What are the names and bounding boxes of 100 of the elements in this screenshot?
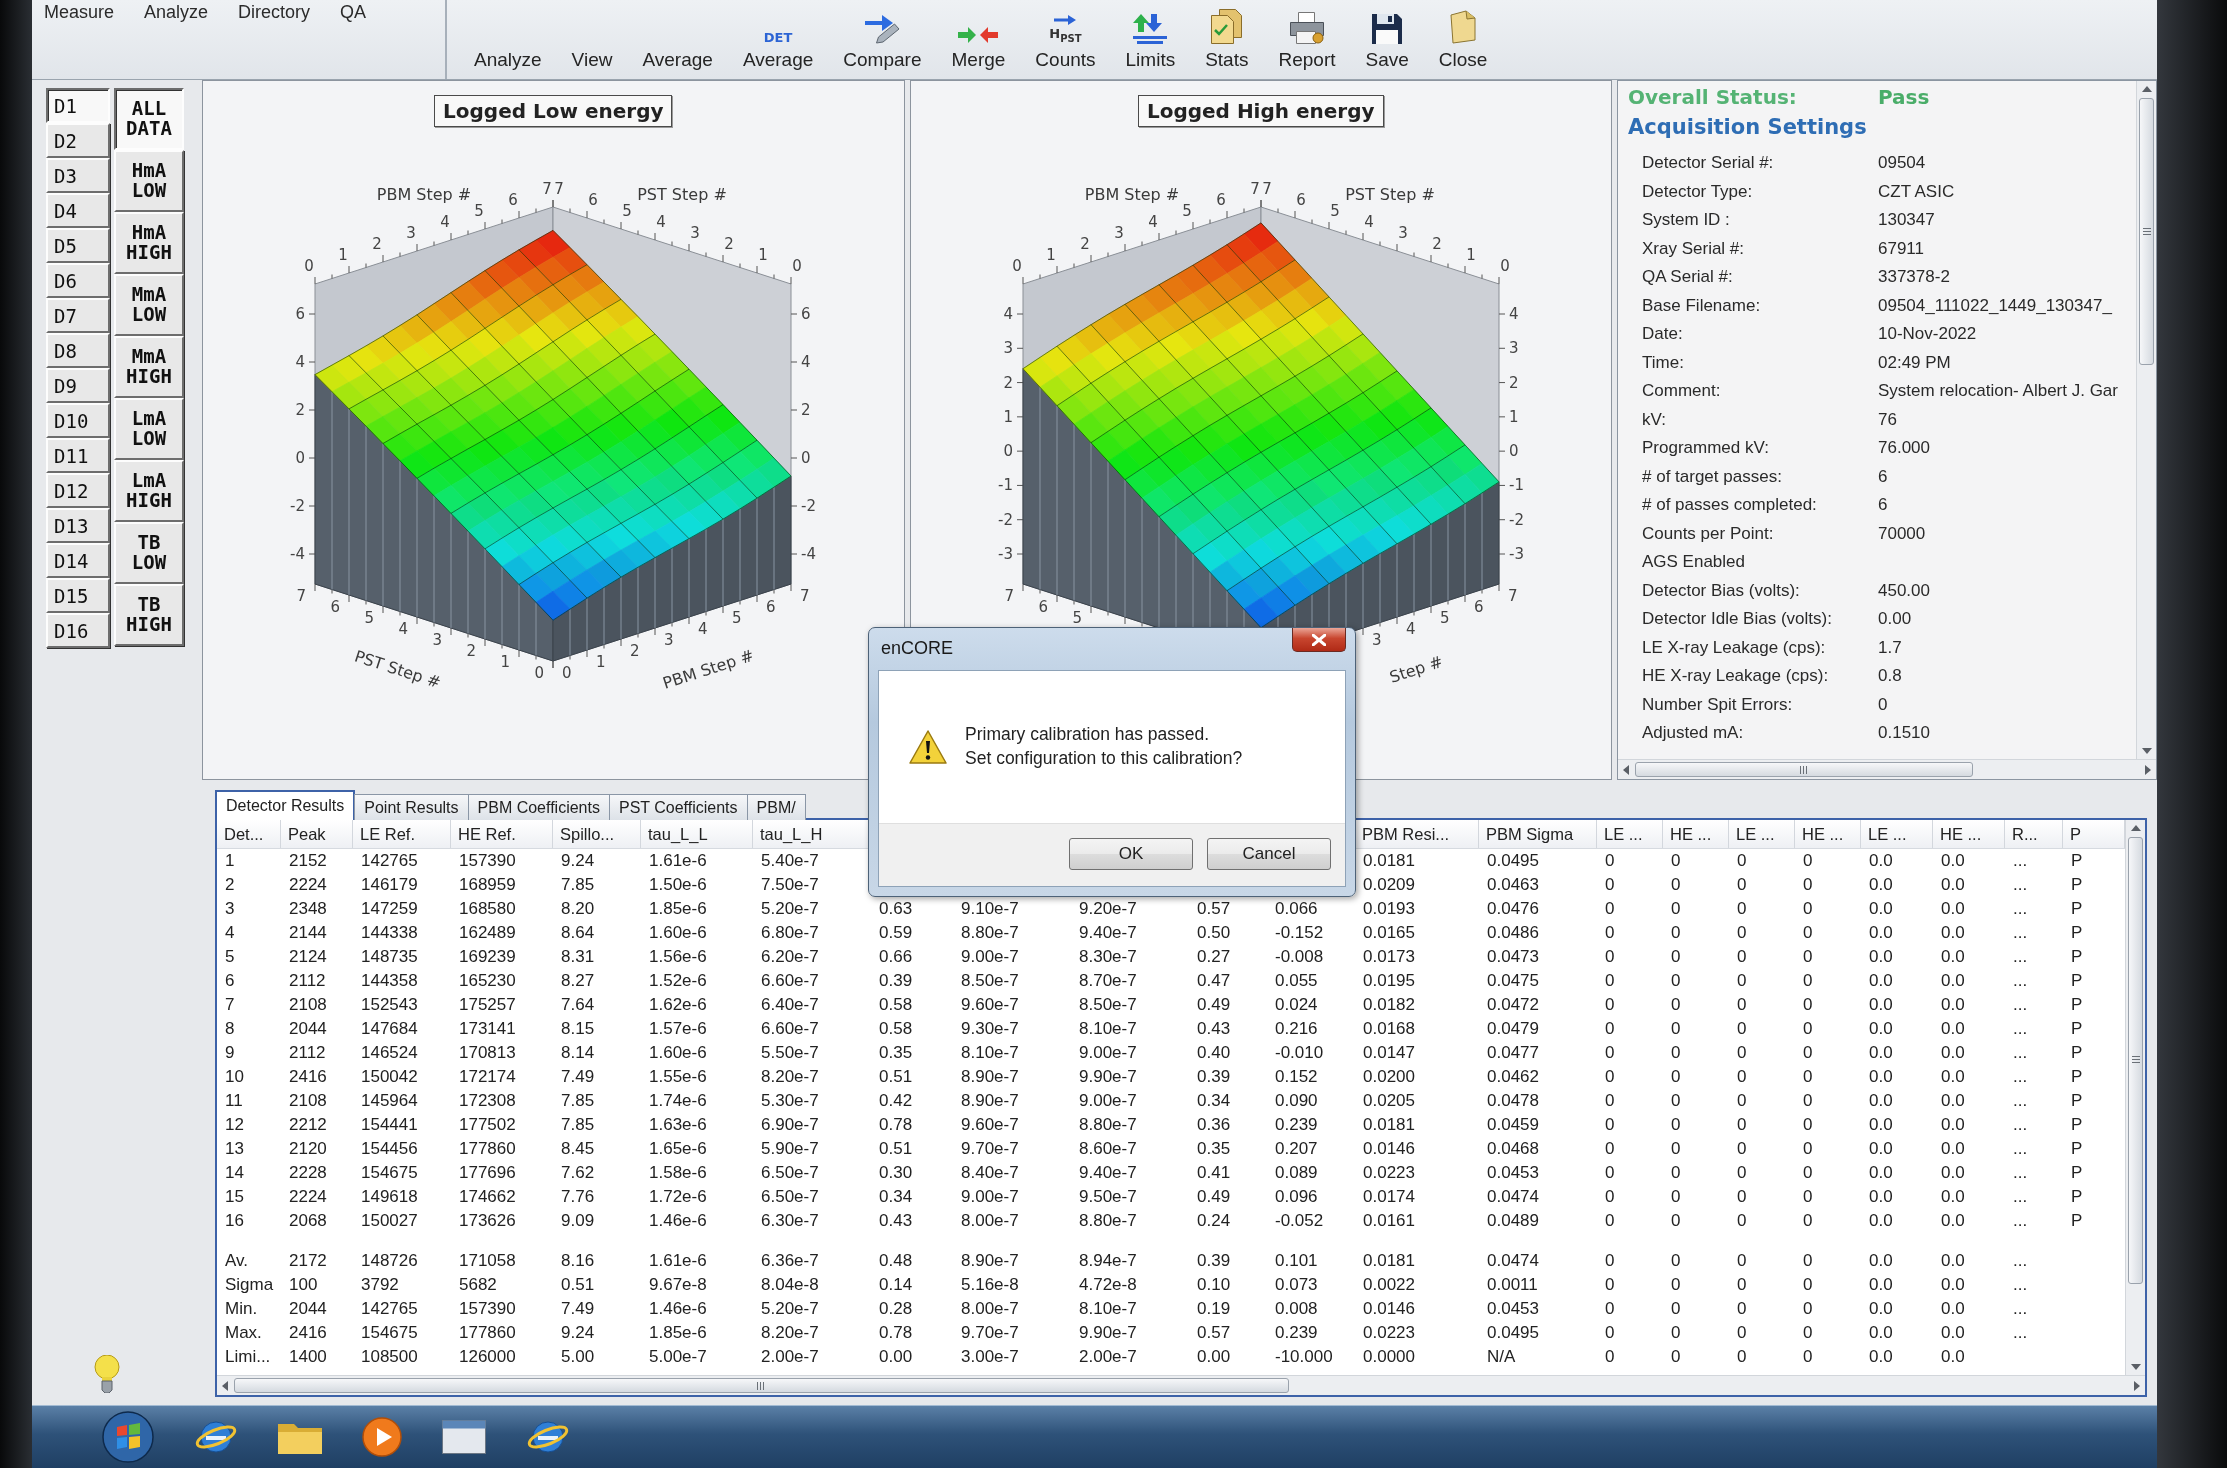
table-cell-text: ... [2012,850,2029,872]
toolbar-button[interactable]: Close [1425,0,1501,79]
toolbar-button[interactable]: Merge [938,0,1019,79]
right-arrow-icon[interactable] [2134,1380,2140,1391]
detector-button[interactable]: D14 [46,543,110,578]
left-arrow-icon[interactable] [1623,764,1629,775]
tab[interactable]: PBM/ [746,794,806,820]
up-arrow-icon[interactable] [2130,825,2141,831]
mode-button[interactable]: HmA LOW [114,150,184,212]
toolbar-button[interactable]: Limits [1112,0,1189,79]
scrollbar-thumb[interactable] [234,1378,1289,1393]
scrollbar-thumb[interactable] [2139,98,2154,366]
table-cell-text: 0.0474 [1486,1186,1540,1208]
mode-button[interactable]: HmA HIGH [114,212,184,274]
detector-button[interactable]: D6 [46,263,110,298]
ring-globe-icon[interactable] [194,1418,238,1456]
table-cell-text: 0.0200 [1362,1066,1416,1088]
menu-item[interactable]: Analyze [144,2,209,23]
detector-button[interactable]: D7 [46,298,110,333]
table-cell-text: 0.096 [1274,1186,1319,1208]
table-cell-text: 0.58 [878,994,914,1016]
dialog-button[interactable]: OK [1069,838,1193,870]
scrollbar-thumb[interactable] [1635,762,1973,777]
menu-item[interactable]: Measure [44,2,115,23]
toolbar-button[interactable]: Save [1352,0,1422,79]
column-header[interactable]: LE Ref. [353,820,451,848]
down-arrow-icon[interactable] [2141,748,2152,754]
field-label: # of target passes: [1642,466,1782,487]
detector-button[interactable]: D9 [46,368,110,403]
column-header[interactable]: HE Ref. [451,820,553,848]
menu-item[interactable]: QA [340,2,367,23]
mode-button[interactable]: TB HIGH [114,584,184,646]
column-header[interactable]: LE ... [1597,820,1663,848]
toolbar-button[interactable]: Stats [1192,0,1262,79]
table-cell-text: 0.0 [1940,1162,1966,1184]
detector-button[interactable]: D15 [46,578,110,613]
table-cell-text: 0.0 [1940,1274,1966,1296]
detector-button[interactable]: D10 [46,403,110,438]
detector-button[interactable]: D2 [46,123,110,158]
dialog-button[interactable]: Cancel [1207,838,1331,870]
tab[interactable]: Detector Results [215,790,356,820]
toolbar-button[interactable]: H$_{PST}$ Counts [1022,0,1109,79]
detector-button[interactable]: D1 [46,88,110,123]
play-icon[interactable] [362,1417,402,1457]
right-arrow-icon[interactable] [2145,764,2151,775]
detector-button[interactable]: D11 [46,438,110,473]
mode-button[interactable]: LmA LOW [114,398,184,460]
column-header[interactable]: tau_L_L [641,820,753,848]
detector-button[interactable]: D8 [46,333,110,368]
table-cell-text: 1 [224,850,236,872]
left-arrow-icon[interactable] [222,1380,228,1391]
toolbar-button[interactable]: Average [629,0,726,79]
column-header[interactable]: LE ... [1729,820,1795,848]
detector-button[interactable]: D12 [46,473,110,508]
table-cell-text: 154456 [360,1138,419,1160]
orb-icon[interactable] [102,1411,154,1463]
menu-item[interactable]: Directory [238,2,311,23]
table-cell-text: 8.50e-7 [960,970,1020,992]
close-button[interactable] [1292,628,1346,652]
mode-button[interactable]: LmA HIGH [114,460,184,522]
detector-button[interactable]: D3 [46,158,110,193]
table-cell-text: 0 [1736,1250,1748,1272]
scrollbar-thumb[interactable] [2128,837,2143,1284]
down-arrow-icon[interactable] [2130,1364,2141,1370]
toolbar-button[interactable]: Analyze [461,0,555,79]
column-header[interactable]: PBM Sigma [1479,820,1597,848]
detector-button[interactable]: D13 [46,508,110,543]
table-cell-text: 0.0 [1868,1114,1894,1136]
axis-label: PBM Step # [377,184,472,204]
mode-button[interactable]: ALL DATA [114,88,184,150]
column-header[interactable]: LE ... [1861,820,1933,848]
column-header[interactable]: Det... [217,820,281,848]
column-header[interactable]: Spillo... [553,820,641,848]
detector-button[interactable]: D4 [46,193,110,228]
tab[interactable]: PBM Coefficients [467,794,610,820]
mode-button[interactable]: MmA LOW [114,274,184,336]
detector-button[interactable]: D5 [46,228,110,263]
column-header[interactable]: HE ... [1795,820,1861,848]
column-header[interactable]: HE ... [1663,820,1729,848]
up-arrow-icon[interactable] [2141,86,2152,92]
table-cell-text: 0 [1736,994,1748,1016]
mode-button[interactable]: TB LOW [114,522,184,584]
toolbar-button[interactable]: Report [1265,0,1349,79]
table-cell-text: 0.0 [1868,1298,1894,1320]
table-cell-text: 0 [1802,850,1814,872]
column-header[interactable]: Peak [281,820,353,848]
close-icon [1312,633,1326,646]
toolbar-button[interactable]: DET Average [729,0,827,79]
window-icon[interactable] [442,1420,486,1454]
detector-button[interactable]: D16 [46,613,110,648]
toolbar-button[interactable]: View [558,0,626,79]
table-cell-text: 6.80e-7 [760,922,820,944]
ring-globe-icon[interactable] [526,1418,570,1456]
mode-button[interactable]: MmA HIGH [114,336,184,398]
toolbar-button[interactable]: Compare [830,0,935,79]
column-header[interactable]: HE ... [1933,820,2005,848]
tab[interactable]: PST Coefficients [608,794,748,820]
column-header[interactable]: R... [2005,820,2063,848]
table-cell-text: 8.80e-7 [960,922,1020,944]
tab[interactable]: Point Results [354,794,469,820]
